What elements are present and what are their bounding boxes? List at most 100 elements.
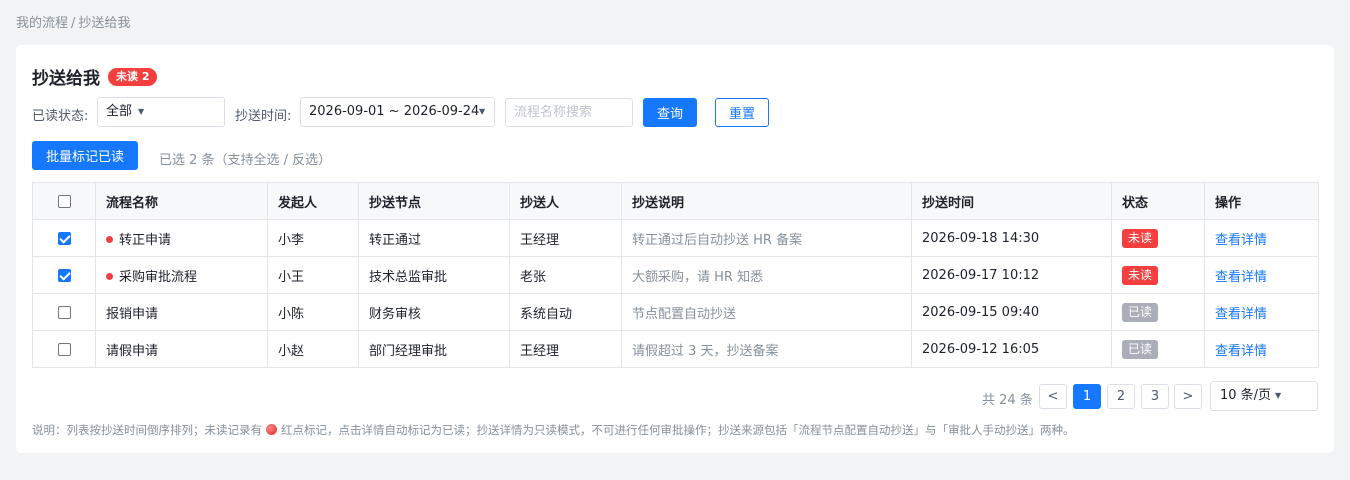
view-detail-link[interactable]: 查看详情 <box>1215 233 1267 248</box>
table-body: 转正申请 小李 转正通过 王经理 转正通过后自动抄送 HR 备案 2026-09-18 1… <box>32 219 1319 368</box>
page-button-1[interactable]: 1 <box>1073 384 1101 409</box>
cc-time-label: 抄送时间: <box>235 109 292 124</box>
filter-bar: 已读状态: 全部 ▼ 抄送时间: 2026-09-01 ~ 2026-09-24… <box>32 97 1232 127</box>
row-select-cell <box>32 256 96 294</box>
column-header: 抄送人 <box>509 182 622 220</box>
unread-dot-icon <box>106 272 113 280</box>
cc-time-range-value: 2026-09-01 ~ 2026-09-24 <box>309 104 480 119</box>
breadcrumb-separator: / <box>71 16 76 31</box>
initiator-cell: 小赵 <box>267 330 359 368</box>
table-row: 报销申请 小陈 财务审核 系统自动 节点配置自动抄送 2026-09-15 09:40 已读… <box>32 293 1319 331</box>
process-name: 转正申请 <box>119 232 172 248</box>
unread-count-badge: 未读 2 <box>108 67 158 86</box>
breadcrumb-parent[interactable]: 我的流程 <box>16 16 68 31</box>
action-cell: 查看详情 <box>1204 293 1319 331</box>
process-name-cell: 转正申请 <box>95 219 268 257</box>
table-row: 转正申请 小李 转正通过 王经理 转正通过后自动抄送 HR 备案 2026-09-18 1… <box>32 219 1319 257</box>
footnote: 说明：列表按抄送时间倒序排列；未读记录有 红点标记，点击详情自动标记为已读；抄送详… <box>32 422 1075 438</box>
select-all-checkbox[interactable] <box>57 194 71 208</box>
status-cell: 未读 <box>1111 219 1205 257</box>
view-detail-link[interactable]: 查看详情 <box>1215 307 1267 322</box>
table-header-row: 流程名称 发起人 抄送节点 抄送人 抄送说明 抄送时间 状态 操作 <box>32 182 1319 220</box>
status-badge: 已读 <box>1122 339 1159 359</box>
select-all-cell <box>32 182 96 220</box>
cc-node-cell: 技术总监审批 <box>358 256 510 294</box>
cc-by-cell: 王经理 <box>509 219 622 257</box>
cc-time-cell: 2026-09-12 16:05 <box>911 330 1112 368</box>
status-cell: 已读 <box>1111 293 1205 331</box>
process-name: 报销申请 <box>106 306 159 322</box>
row-select-cell <box>32 293 96 331</box>
cc-description-cell: 转正通过后自动抄送 HR 备案 <box>621 219 912 257</box>
pagination: 共 24 条 < 1 2 3 > 10 条/页 ▼ <box>16 381 1334 411</box>
process-name-search-input[interactable] <box>505 98 633 127</box>
column-header: 流程名称 <box>95 182 268 220</box>
chevron-down-icon: ▼ <box>138 107 145 116</box>
footnote-text-start: 说明：列表按抄送时间倒序排列；未读记录有 <box>32 423 262 437</box>
initiator-cell: 小王 <box>267 256 359 294</box>
action-cell: 查看详情 <box>1204 219 1319 257</box>
action-cell: 查看详情 <box>1204 256 1319 294</box>
status-badge: 未读 <box>1122 228 1159 248</box>
table-row: 采购审批流程 小王 技术总监审批 老张 大额采购，请 HR 知悉 2026-09-17 1… <box>32 256 1319 294</box>
red-dot-icon <box>266 424 277 435</box>
row-checkbox[interactable] <box>57 342 71 356</box>
cc-list-card: 抄送给我 未读 2 已读状态: 全部 ▼ 抄送时间: 2026-09-01 ~ … <box>16 45 1334 453</box>
view-detail-link[interactable]: 查看详情 <box>1215 344 1267 359</box>
action-cell: 查看详情 <box>1204 330 1319 368</box>
read-status-select[interactable]: 全部 ▼ <box>97 97 225 127</box>
chevron-down-icon: ▼ <box>479 107 486 116</box>
page-title: 抄送给我 <box>32 69 100 89</box>
row-select-cell <box>32 219 96 257</box>
cc-description-cell: 大额采购，请 HR 知悉 <box>621 256 912 294</box>
cc-time-range-picker[interactable]: 2026-09-01 ~ 2026-09-24 ▼ <box>300 97 495 127</box>
initiator-cell: 小陈 <box>267 293 359 331</box>
row-checkbox[interactable] <box>57 268 71 282</box>
process-name-cell: 采购审批流程 <box>95 256 268 294</box>
page-size-value: 10 条/页 <box>1220 388 1272 403</box>
cc-description-cell: 节点配置自动抄送 <box>621 293 912 331</box>
cc-time-cell: 2026-09-17 10:12 <box>911 256 1112 294</box>
status-badge: 已读 <box>1122 302 1159 322</box>
unread-dot-icon <box>106 235 113 243</box>
page-button-3[interactable]: 3 <box>1141 384 1169 409</box>
next-page-button[interactable]: > <box>1174 384 1202 409</box>
query-button[interactable]: 查询 <box>643 98 697 127</box>
table-row: 请假申请 小赵 部门经理审批 王经理 请假超过 3 天，抄送备案 2026-09-12 1… <box>32 330 1319 368</box>
chevron-down-icon: ▼ <box>1275 391 1282 400</box>
breadcrumb: 我的流程 / 抄送给我 <box>16 12 130 31</box>
cc-description-cell: 请假超过 3 天，抄送备案 <box>621 330 912 368</box>
view-detail-link[interactable]: 查看详情 <box>1215 270 1267 285</box>
breadcrumb-current: 抄送给我 <box>78 16 131 31</box>
initiator-cell: 小李 <box>267 219 359 257</box>
page-size-select[interactable]: 10 条/页 ▼ <box>1210 381 1318 411</box>
page-button-2[interactable]: 2 <box>1107 384 1135 409</box>
title-row: 抄送给我 未读 2 <box>32 64 158 89</box>
column-header: 抄送时间 <box>911 182 1112 220</box>
row-checkbox[interactable] <box>57 305 71 319</box>
process-name: 采购审批流程 <box>119 269 198 285</box>
cc-table: 流程名称 发起人 抄送节点 抄送人 抄送说明 抄送时间 状态 操作 转正申请 小李… <box>32 182 1319 368</box>
row-checkbox[interactable] <box>57 231 71 245</box>
batch-mark-read-button[interactable]: 批量标记已读 <box>32 141 138 170</box>
read-status-value: 全部 <box>106 104 133 119</box>
total-count: 共 24 条 <box>982 393 1033 408</box>
footnote-text-end: 红点标记，点击详情自动标记为已读；抄送详情为只读模式，不可进行任何审批操作；抄送… <box>281 423 1075 437</box>
cc-time-cell: 2026-09-18 14:30 <box>911 219 1112 257</box>
column-header: 状态 <box>1111 182 1205 220</box>
read-status-label: 已读状态: <box>32 109 89 124</box>
status-cell: 未读 <box>1111 256 1205 294</box>
process-name-cell: 报销申请 <box>95 293 268 331</box>
cc-node-cell: 转正通过 <box>358 219 510 257</box>
cc-node-cell: 部门经理审批 <box>358 330 510 368</box>
column-header: 抄送说明 <box>621 182 912 220</box>
column-header: 发起人 <box>267 182 359 220</box>
cc-by-cell: 王经理 <box>509 330 622 368</box>
reset-button[interactable]: 重置 <box>715 98 769 127</box>
status-badge: 未读 <box>1122 265 1159 285</box>
prev-page-button[interactable]: < <box>1039 384 1067 409</box>
process-name: 请假申请 <box>106 343 159 359</box>
row-select-cell <box>32 330 96 368</box>
cc-time-cell: 2026-09-15 09:40 <box>911 293 1112 331</box>
column-header: 抄送节点 <box>358 182 510 220</box>
